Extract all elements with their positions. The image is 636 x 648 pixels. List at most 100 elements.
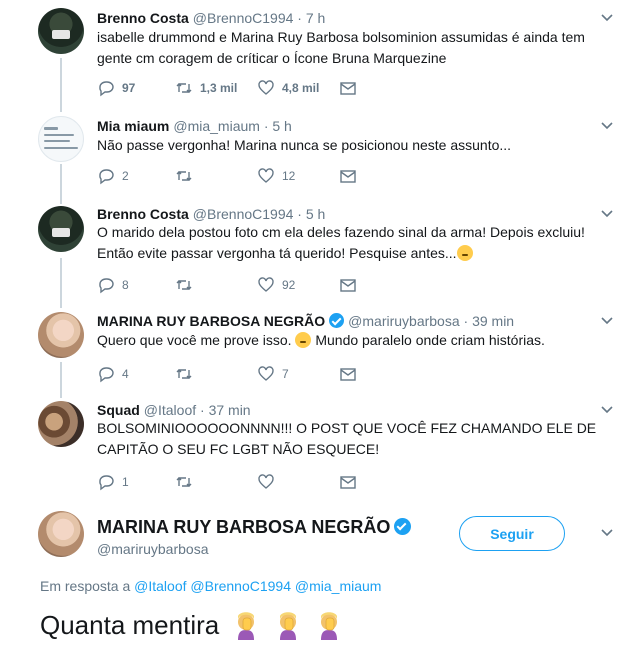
direct-message-button[interactable] <box>339 167 369 185</box>
like-icon <box>258 277 274 292</box>
tweet-text: isabelle drummond e Marina Ruy Barbosa b… <box>97 27 597 69</box>
like-count: 7 <box>282 367 289 381</box>
reply-count: 2 <box>122 169 129 183</box>
like-button[interactable]: 92 <box>257 276 339 294</box>
direct-message-icon <box>340 170 356 183</box>
reply-button[interactable]: 4 <box>97 365 175 383</box>
reply-button[interactable]: 8 <box>97 276 175 294</box>
retweet-button[interactable]: 1,3 mil <box>175 79 257 97</box>
verified-badge-icon <box>329 313 345 328</box>
chevron-down-icon[interactable] <box>600 207 614 221</box>
author-name[interactable]: Brenno Costa <box>97 10 189 26</box>
tweet-actions: 97 1,3 mil 4,8 mil <box>97 79 369 97</box>
like-count: 12 <box>282 169 296 183</box>
tweet-text-line: CAPITÃO O SEU FC LGBT NÃO ESQUECE! <box>97 441 380 457</box>
focused-tweet-text: Quanta mentira <box>40 608 343 642</box>
retweet-button[interactable] <box>175 473 257 491</box>
retweet-count: 1,3 mil <box>200 81 238 95</box>
tweet-header: Squad @Italoof · 37 min <box>97 401 251 419</box>
tweet-text-line: gente cm coragem de críticar o Ícone Bru… <box>97 50 447 66</box>
facepalm-emoji <box>279 612 296 640</box>
author-name[interactable]: MARINA RUY BARBOSA NEGRÃO <box>97 517 390 537</box>
reply-button[interactable]: 1 <box>97 473 175 491</box>
like-button[interactable]: 12 <box>257 167 339 185</box>
tweet-actions: 2 12 <box>97 167 369 185</box>
direct-message-icon <box>340 82 356 95</box>
retweet-button[interactable] <box>175 276 257 294</box>
author-handle[interactable]: @mariruybarbosa · 39 min <box>348 313 514 329</box>
reply-context: Em resposta a @Italoof @BrennoC1994 @mia… <box>40 578 381 594</box>
reply-handles[interactable]: @Italoof @BrennoC1994 @mia_miaum <box>134 578 381 594</box>
retweet-icon <box>176 477 192 487</box>
like-icon <box>258 366 274 381</box>
chevron-down-icon[interactable] <box>600 314 614 328</box>
reply-count: 97 <box>122 81 136 95</box>
author-name[interactable]: Squad <box>97 402 140 418</box>
thread-line <box>60 58 62 112</box>
like-button[interactable]: 4,8 mil <box>257 79 339 97</box>
reply-count: 4 <box>122 367 129 381</box>
author-handle[interactable]: @Italoof · 37 min <box>144 402 251 418</box>
author-name[interactable]: Mia miaum <box>97 118 169 134</box>
chevron-down-icon[interactable] <box>600 526 614 540</box>
like-button[interactable]: 7 <box>257 365 339 383</box>
avatar[interactable] <box>38 116 84 162</box>
avatar[interactable] <box>38 511 84 557</box>
avatar[interactable] <box>38 8 84 54</box>
tweet-actions: 8 92 <box>97 276 369 294</box>
reply-icon <box>99 475 114 491</box>
retweet-button[interactable] <box>175 365 257 383</box>
direct-message-icon <box>340 476 356 489</box>
tweet-text: O marido dela postou foto cm ela deles f… <box>97 222 597 264</box>
tweet-text-line: Então evite passar vergonha tá querido! … <box>97 245 457 261</box>
avatar[interactable] <box>38 312 84 358</box>
like-count: 92 <box>282 278 296 292</box>
chevron-down-icon[interactable] <box>600 119 614 133</box>
facepalm-emoji <box>320 612 337 640</box>
reply-icon <box>99 367 114 383</box>
author-handle[interactable]: @BrennoC1994 · 5 h <box>193 206 326 222</box>
tweet-text-line: isabelle drummond e Marina Ruy Barbosa b… <box>97 29 585 45</box>
facepalm-emoji <box>238 612 255 640</box>
reply-button[interactable]: 2 <box>97 167 175 185</box>
direct-message-button[interactable] <box>339 473 369 491</box>
author-handle[interactable]: @mia_miaum · 5 h <box>173 118 291 134</box>
thread-line <box>60 362 62 398</box>
tweet-header: Brenno Costa @BrennoC1994 · 7 h <box>97 9 325 27</box>
tweet-text-line: Quero que você me prove isso. <box>97 332 292 348</box>
chevron-down-icon[interactable] <box>600 11 614 25</box>
direct-message-button[interactable] <box>339 276 369 294</box>
author-name[interactable]: Brenno Costa <box>97 206 189 222</box>
shushing-face-emoji <box>456 245 473 261</box>
tweet-text-line: O marido dela postou foto cm ela deles f… <box>97 224 585 240</box>
like-button[interactable] <box>257 473 339 491</box>
follow-button[interactable]: Seguir <box>459 516 565 551</box>
retweet-button[interactable] <box>175 167 257 185</box>
author-handle[interactable]: @BrennoC1994 · 7 h <box>193 10 326 26</box>
thread-line <box>60 258 62 308</box>
reply-count: 8 <box>122 278 129 292</box>
author-handle[interactable]: @mariruybarbosa <box>97 541 208 557</box>
direct-message-button[interactable] <box>339 365 369 383</box>
reply-icon <box>99 169 114 185</box>
tweet-text: BOLSOMINIOOOOOONNNN!!! O POST QUE VOCÊ F… <box>97 418 597 460</box>
author-name[interactable]: MARINA RUY BARBOSA NEGRÃO <box>97 313 325 329</box>
avatar[interactable] <box>38 206 84 252</box>
reply-icon <box>99 81 114 97</box>
tweet-actions: 1 <box>97 473 369 491</box>
tweet-text: Não passe vergonha! Marina nunca se posi… <box>97 135 597 156</box>
like-icon <box>258 474 274 489</box>
retweet-icon <box>176 83 192 93</box>
verified-badge-icon <box>394 518 412 535</box>
like-icon <box>258 168 274 183</box>
chevron-down-icon[interactable] <box>600 403 614 417</box>
confused-face-emoji <box>295 332 312 348</box>
avatar[interactable] <box>38 401 84 447</box>
focused-author: MARINA RUY BARBOSA NEGRÃO <box>97 516 412 538</box>
tweet-actions: 4 7 <box>97 365 369 383</box>
reply-icon <box>99 278 114 294</box>
tweet-text-line: BOLSOMINIOOOOOONNNN!!! O POST QUE VOCÊ F… <box>97 420 597 436</box>
retweet-icon <box>176 171 192 181</box>
direct-message-button[interactable] <box>339 79 369 97</box>
reply-button[interactable]: 97 <box>97 79 175 97</box>
